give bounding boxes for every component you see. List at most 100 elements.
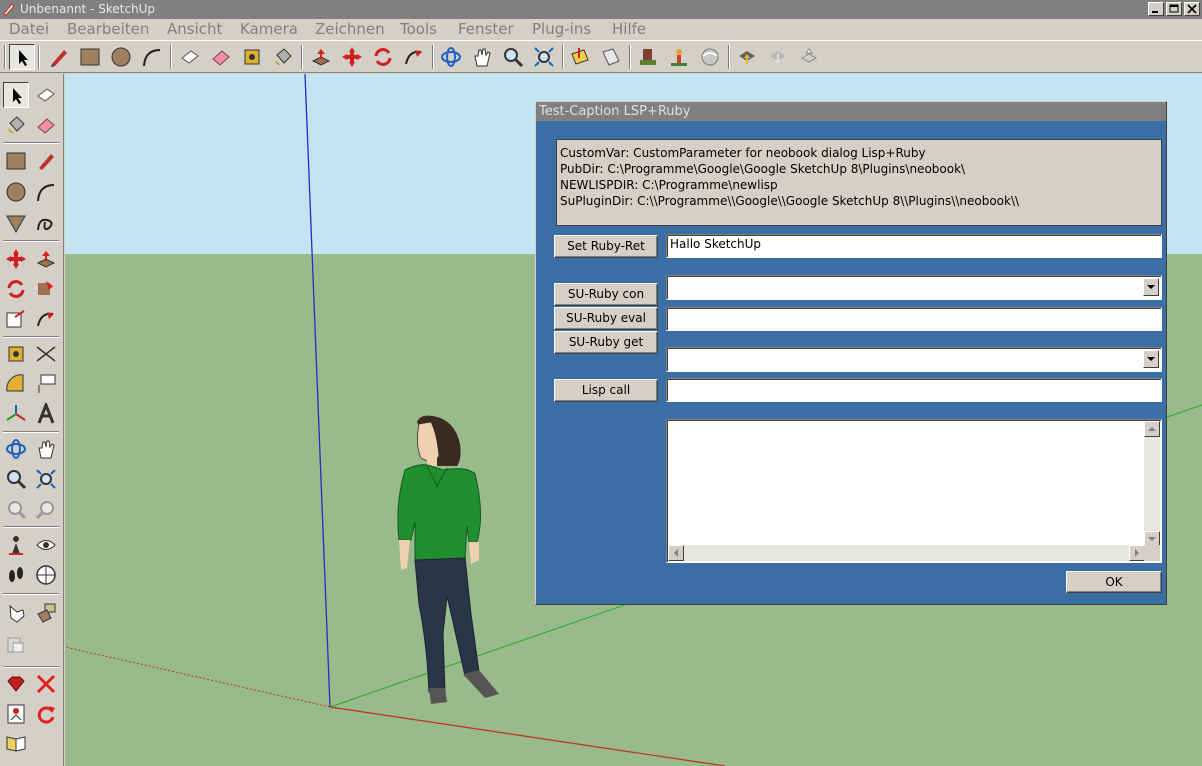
- warehouse-button[interactable]: [666, 44, 692, 70]
- palette-section-plane-button[interactable]: [33, 562, 59, 588]
- protractor-icon: [6, 374, 24, 392]
- palette-walk-button[interactable]: [3, 562, 29, 588]
- eraser-tool-button[interactable]: [208, 44, 234, 70]
- palette-components-button[interactable]: [3, 631, 29, 657]
- palette-circle-button[interactable]: [3, 179, 29, 205]
- palette-follow-me-button[interactable]: [33, 276, 59, 302]
- lisp-call-button[interactable]: Lisp call: [554, 379, 658, 402]
- palette-look-around-button[interactable]: [33, 532, 59, 558]
- menu-bearbeiten[interactable]: Bearbeiten: [67, 20, 149, 38]
- menu-tools[interactable]: Tools: [400, 20, 437, 38]
- su-ruby-con-dropdown-button[interactable]: [1143, 278, 1159, 296]
- palette-paint-button[interactable]: [3, 112, 29, 138]
- su-ruby-con-button[interactable]: SU-Ruby con: [554, 283, 658, 306]
- palette-pencil-button[interactable]: [33, 148, 59, 174]
- scroll-right-button[interactable]: [1129, 545, 1145, 561]
- follow-me-button[interactable]: [401, 44, 427, 70]
- palette-zoom-extents-button[interactable]: [33, 466, 59, 492]
- palette-text-button[interactable]: [33, 371, 59, 397]
- components-button[interactable]: [635, 44, 661, 70]
- palette-eraser-button[interactable]: [33, 112, 59, 138]
- palette-select-button[interactable]: [3, 82, 29, 108]
- palette-zoom-button[interactable]: [3, 466, 29, 492]
- move-button[interactable]: [339, 44, 365, 70]
- palette-next-view-button[interactable]: [33, 496, 59, 522]
- palette-orbit-button[interactable]: [3, 436, 29, 462]
- su-ruby-get-dropdown-button[interactable]: [1143, 350, 1159, 368]
- palette-make-component-button[interactable]: [33, 82, 59, 108]
- pan-button[interactable]: [469, 44, 495, 70]
- pencil-tool-button[interactable]: [46, 44, 72, 70]
- su-ruby-eval-input[interactable]: [666, 307, 1162, 331]
- axes-icon: [6, 405, 26, 421]
- menu-kamera[interactable]: Kamera: [240, 20, 298, 38]
- reload-icon: [37, 706, 55, 724]
- palette-dimension-button[interactable]: [33, 341, 59, 367]
- scroll-up-button[interactable]: [1144, 421, 1160, 437]
- palette-tape-measure-button[interactable]: [3, 341, 29, 367]
- palette-axes-button[interactable]: [3, 401, 29, 427]
- palette-cancel-button[interactable]: [33, 671, 59, 697]
- close-button[interactable]: [1184, 2, 1200, 16]
- share-model-button[interactable]: [697, 44, 723, 70]
- circle-tool-button[interactable]: [108, 44, 134, 70]
- section-plane-button[interactable]: [567, 44, 593, 70]
- su-ruby-get-button[interactable]: SU-Ruby get: [554, 331, 658, 354]
- rotate-button[interactable]: [370, 44, 396, 70]
- palette-sandbox-button[interactable]: [3, 600, 29, 626]
- palette-freehand-button[interactable]: [33, 210, 59, 236]
- orbit-button[interactable]: [438, 44, 464, 70]
- palette-ruby-button[interactable]: [3, 671, 29, 697]
- palette-rectangle-button[interactable]: [3, 148, 29, 174]
- menu-zeichnen[interactable]: Zeichnen: [315, 20, 385, 38]
- scroll-left-button[interactable]: [668, 545, 684, 561]
- get-component-button[interactable]: [796, 44, 822, 70]
- minimize-button[interactable]: [1148, 2, 1164, 16]
- palette-3d-text-button[interactable]: [33, 401, 59, 427]
- palette-polygon-button[interactable]: [3, 210, 29, 236]
- su-ruby-eval-button[interactable]: SU-Ruby eval: [554, 307, 658, 330]
- palette-reload-button[interactable]: [33, 701, 59, 727]
- palette-move-button[interactable]: [3, 246, 29, 272]
- menu-fenster[interactable]: Fenster: [458, 20, 514, 38]
- palette-arc-button[interactable]: [33, 179, 59, 205]
- palette-paint-sample-button[interactable]: [33, 600, 59, 626]
- palette-rotate-button[interactable]: [3, 276, 29, 302]
- palette-position-camera-button[interactable]: [3, 532, 29, 558]
- share-component-button[interactable]: [765, 44, 791, 70]
- menu-plugins[interactable]: Plug-ins: [532, 20, 591, 38]
- select-tool-button[interactable]: [9, 44, 35, 70]
- palette-scale-button[interactable]: [3, 306, 29, 332]
- palette-push-pull-button[interactable]: [33, 246, 59, 272]
- ok-button[interactable]: OK: [1066, 571, 1162, 593]
- memo-horizontal-scrollbar[interactable]: [668, 545, 1145, 561]
- rectangle-tool-button[interactable]: [77, 44, 103, 70]
- palette-pan-button[interactable]: [33, 436, 59, 462]
- maximize-button[interactable]: [1166, 2, 1182, 16]
- tape-measure-button[interactable]: [239, 44, 265, 70]
- menu-datei[interactable]: Datei: [9, 20, 49, 38]
- menu-ansicht[interactable]: Ansicht: [167, 20, 222, 38]
- palette-book-button[interactable]: [3, 730, 29, 756]
- make-component-button[interactable]: [177, 44, 203, 70]
- menu-hilfe[interactable]: Hilfe: [612, 20, 646, 38]
- memo-vertical-scrollbar[interactable]: [1144, 421, 1160, 547]
- arc-tool-button[interactable]: [139, 44, 165, 70]
- section-display-button[interactable]: [598, 44, 624, 70]
- palette-card-button[interactable]: [3, 701, 29, 727]
- palette-protractor-button[interactable]: [3, 371, 29, 397]
- toolbar-separator: [728, 45, 730, 69]
- ruby-ret-input[interactable]: Hallo SketchUp: [666, 234, 1162, 258]
- set-ruby-ret-button[interactable]: Set Ruby-Ret: [554, 235, 658, 258]
- get-model-button[interactable]: [734, 44, 760, 70]
- push-pull-button[interactable]: [308, 44, 334, 70]
- zoom-extents-button[interactable]: [531, 44, 557, 70]
- su-ruby-get-combo[interactable]: [666, 347, 1162, 372]
- zoom-button[interactable]: [500, 44, 526, 70]
- output-memo[interactable]: [666, 419, 1162, 563]
- su-ruby-con-combo[interactable]: [666, 275, 1162, 300]
- lisp-call-input[interactable]: [666, 378, 1162, 402]
- palette-offset-button[interactable]: [33, 306, 59, 332]
- palette-previous-view-button[interactable]: [3, 496, 29, 522]
- paint-bucket-button[interactable]: [270, 44, 296, 70]
